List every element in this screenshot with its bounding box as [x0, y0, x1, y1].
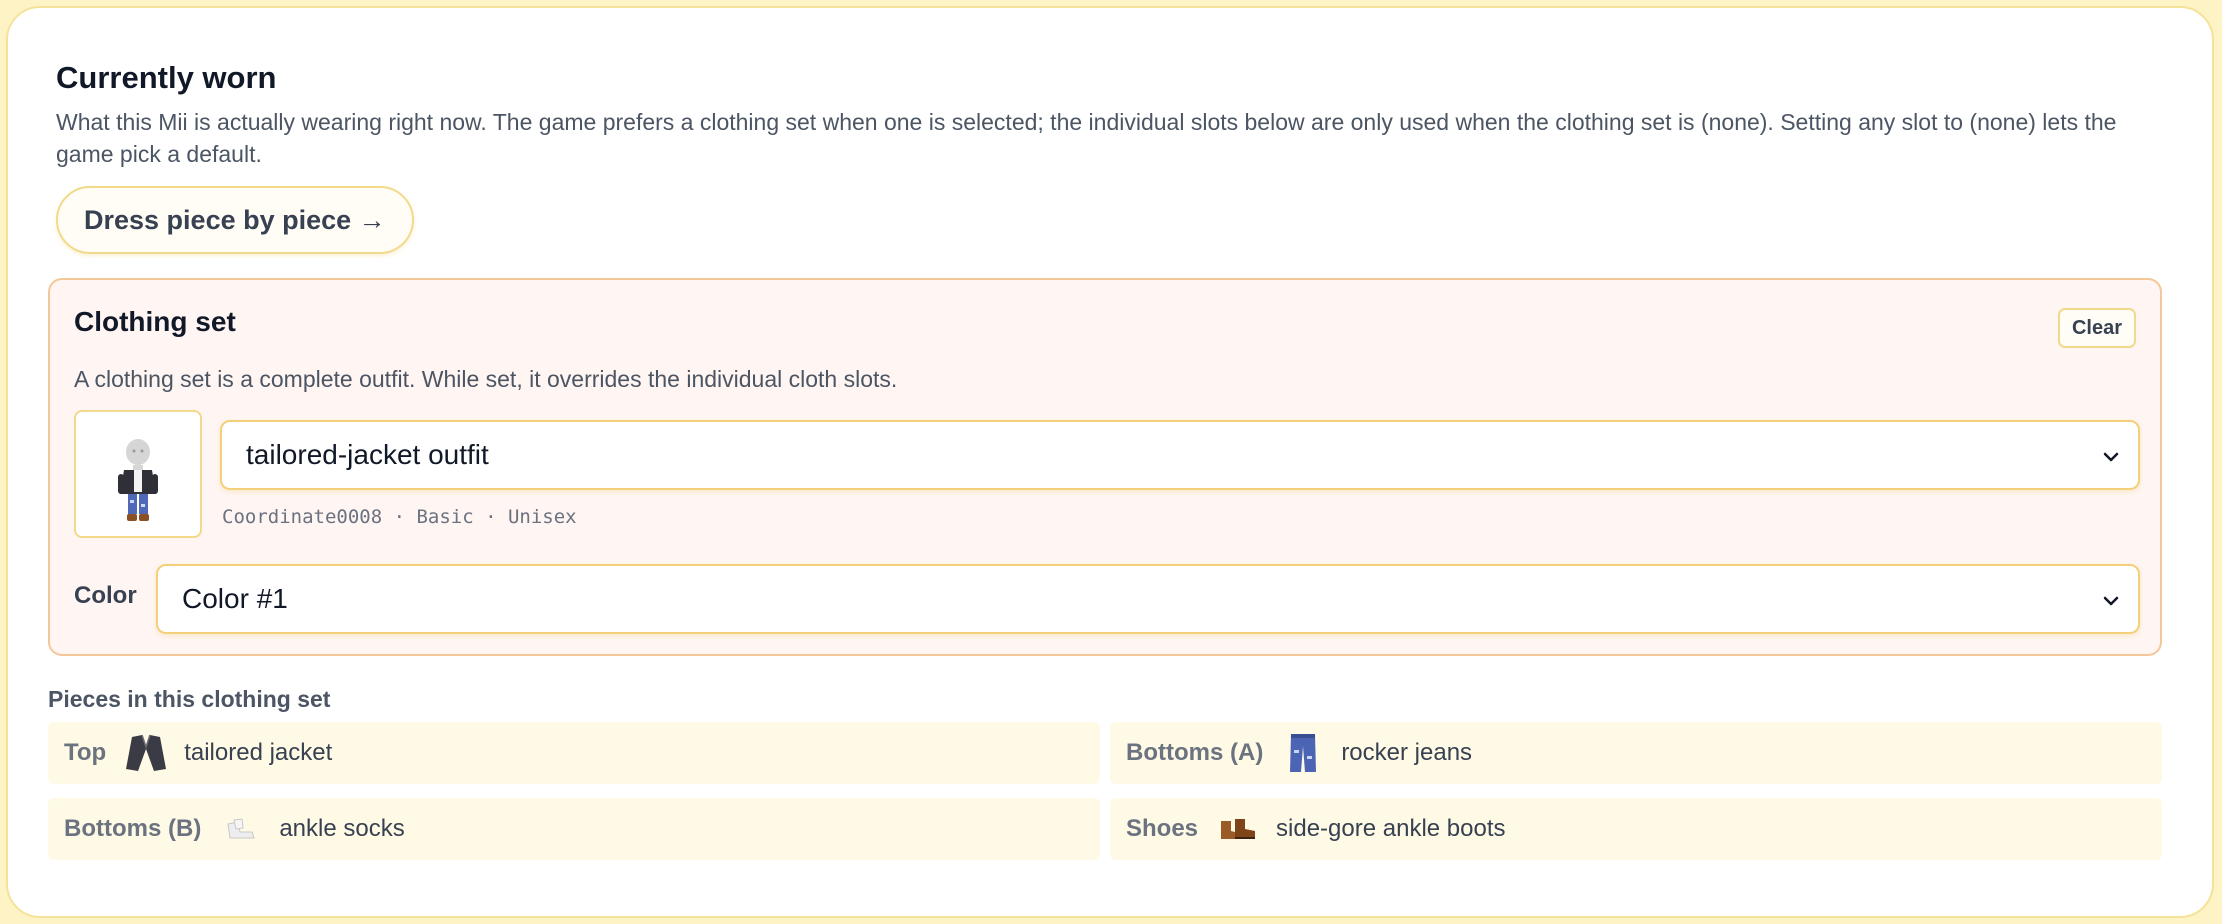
outfit-preview-image: [74, 410, 202, 538]
piece-name: tailored jacket: [184, 739, 333, 766]
jeans-icon: [1281, 731, 1325, 775]
jacket-icon: [124, 731, 168, 775]
pieces-list: Top tailored jacket Bottoms (A) rocker j…: [48, 722, 2162, 860]
piece-name: rocker jeans: [1341, 739, 1473, 766]
piece-row-top: Top tailored jacket: [48, 722, 1100, 784]
piece-slot-label: Bottoms (A): [1126, 739, 1264, 766]
outfit-select[interactable]: tailored-jacket outfit: [220, 420, 2140, 490]
piece-row-shoes: Shoes side-gore ankle boots: [1110, 798, 2162, 860]
clothing-set-panel: Clothing set Clear A clothing set is a c…: [48, 278, 2162, 656]
piece-slot-label: Bottoms (B): [64, 815, 202, 842]
piece-slot-label: Top: [64, 739, 107, 766]
piece-row-bottoms-b: Bottoms (B) ankle socks: [48, 798, 1100, 860]
piece-slot-label: Shoes: [1126, 815, 1199, 842]
page-description: What this Mii is actually wearing right …: [56, 109, 2117, 167]
boots-icon: [1216, 807, 1260, 851]
piece-row-bottoms-a: Bottoms (A) rocker jeans: [1110, 722, 2162, 784]
clothing-set-title: Clothing set: [74, 306, 236, 337]
mii-figure-icon: [118, 439, 158, 521]
piece-name: side-gore ankle boots: [1276, 815, 1506, 842]
clothing-set-description: A clothing set is a complete outfit. Whi…: [74, 366, 898, 392]
chevron-down-icon: [2103, 596, 2119, 606]
dress-piece-by-piece-button[interactable]: Dress piece by piece →: [56, 186, 414, 254]
color-label: Color: [74, 582, 137, 609]
color-select-value: Color #1: [182, 583, 288, 614]
chevron-down-icon: [2103, 452, 2119, 462]
clear-button[interactable]: Clear: [2057, 308, 2136, 348]
socks-icon: [219, 807, 263, 851]
color-select[interactable]: Color #1: [156, 564, 2140, 634]
outfit-select-value: tailored-jacket outfit: [246, 439, 489, 470]
pieces-title: Pieces in this clothing set: [48, 686, 331, 712]
page-title: Currently worn: [56, 60, 277, 95]
piece-name: ankle socks: [279, 815, 405, 842]
outfit-code-info: Coordinate0008 · Basic · Unisex: [222, 506, 577, 528]
